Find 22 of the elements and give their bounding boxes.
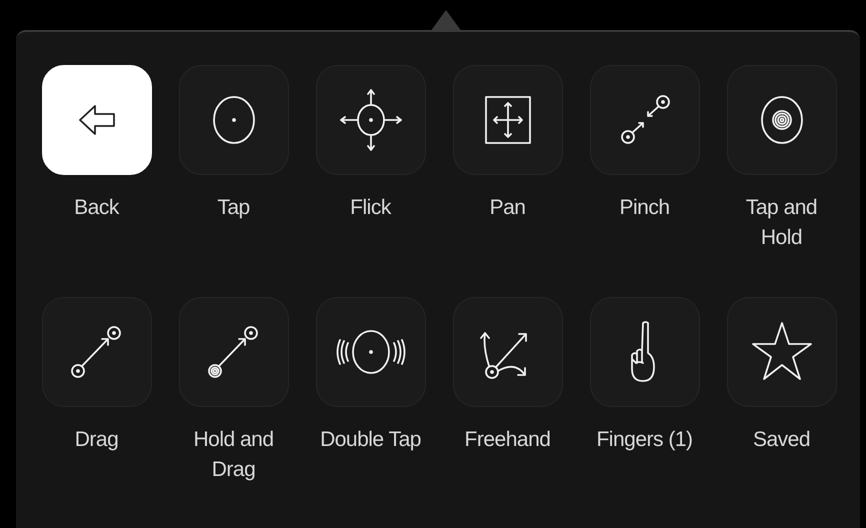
gesture-label: Drag bbox=[74, 427, 120, 453]
gesture-label: Back bbox=[73, 195, 120, 221]
gesture-label: Freehand bbox=[464, 427, 552, 453]
gesture-button[interactable] bbox=[42, 297, 152, 407]
gesture-label: Flick bbox=[349, 195, 392, 221]
gesture-button[interactable] bbox=[590, 297, 700, 407]
gesture-button[interactable] bbox=[452, 65, 562, 175]
gesture-button[interactable] bbox=[178, 65, 288, 175]
gesture-button[interactable] bbox=[316, 297, 426, 407]
gesture-label: Pinch bbox=[618, 195, 671, 221]
gesture-button[interactable] bbox=[726, 297, 836, 407]
gesture-label: Pan bbox=[488, 195, 526, 221]
gesture-button[interactable] bbox=[452, 297, 562, 407]
gesture-button[interactable] bbox=[316, 65, 426, 175]
gesture-label: Saved bbox=[752, 427, 812, 453]
gesture-button[interactable] bbox=[726, 65, 836, 175]
gesture-button[interactable] bbox=[178, 297, 288, 407]
gesture-label: Double Tap bbox=[319, 427, 422, 453]
gesture-label: Fingers (1) bbox=[595, 427, 694, 453]
gesture-label: Tap bbox=[216, 195, 251, 221]
gesture-label: Tap and Hold bbox=[744, 195, 818, 251]
gesture-label: Hold and Drag bbox=[192, 427, 275, 483]
